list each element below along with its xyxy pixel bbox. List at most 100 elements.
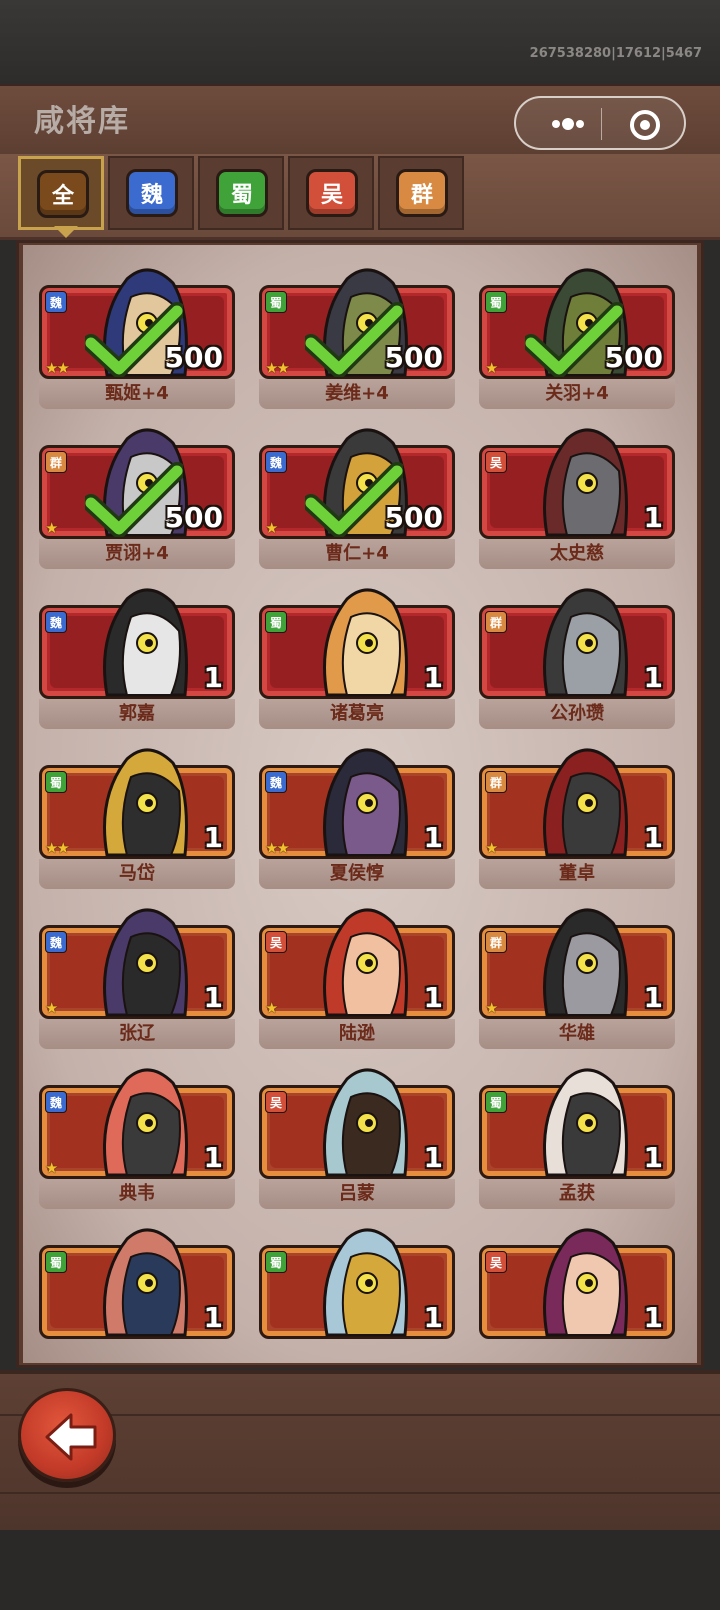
tab-label: 吴	[306, 169, 358, 217]
hero-card[interactable]: 魏 ★ 500 曹仁+4	[259, 417, 455, 569]
faction-badge: 群	[485, 771, 507, 793]
star-rating: ★	[265, 519, 279, 537]
hero-portrait-icon	[103, 908, 188, 1017]
faction-badge: 蜀	[265, 611, 287, 633]
hero-count: 1	[203, 661, 223, 694]
star-rating: ★★	[265, 839, 290, 857]
hero-count: 1	[423, 661, 443, 694]
target-circle-icon[interactable]	[628, 108, 662, 142]
hero-name: 陆逊	[339, 1023, 375, 1044]
faction-badge: 吴	[485, 1251, 507, 1273]
hero-name: 姜维+4	[325, 383, 389, 404]
hero-card[interactable]: 吴1	[479, 1217, 675, 1363]
hero-card[interactable]: 魏 ★★ 1 夏侯惇	[259, 737, 455, 889]
hero-card[interactable]: 魏 ★ 1 张辽	[39, 897, 235, 1049]
hero-name: 董卓	[559, 863, 595, 884]
hero-card[interactable]: 吴 ★ 1 陆逊	[259, 897, 455, 1049]
hero-card[interactable]: 蜀 ★★ 1 马岱	[39, 737, 235, 889]
faction-badge: 群	[45, 451, 67, 473]
hero-name: 甄姬+4	[105, 383, 169, 404]
hero-count: 1	[203, 981, 223, 1014]
star-rating: ★	[485, 359, 499, 377]
tab-label: 群	[396, 169, 448, 217]
hero-card[interactable]: 蜀 ★★ 500 姜维+4	[259, 257, 455, 409]
hero-card[interactable]: 蜀 1 诸葛亮	[259, 577, 455, 729]
hero-card[interactable]: 群 ★ 1 董卓	[479, 737, 675, 889]
faction-badge: 魏	[265, 771, 287, 793]
hero-name: 华雄	[559, 1023, 595, 1044]
star-rating: ★	[45, 1159, 59, 1177]
hero-name: 马岱	[119, 863, 155, 884]
hero-card[interactable]: 群 1 公孙瓒	[479, 577, 675, 729]
hero-count: 1	[423, 821, 443, 854]
tab-label: 全	[37, 170, 89, 218]
faction-badge: 魏	[265, 451, 287, 473]
hero-portrait-icon	[543, 908, 628, 1017]
hero-name: 太史慈	[550, 543, 604, 564]
star-rating: ★	[45, 999, 59, 1017]
hero-portrait-icon	[543, 748, 628, 857]
hero-board: 魏 ★★ 500 甄姬+4 蜀 ★★ 500 姜维+4 蜀 ★ 500 关羽+4 群 ★ 500 贾诩+4 魏 ★…	[16, 240, 704, 1368]
hero-name: 孟获	[559, 1183, 595, 1204]
hero-portrait-icon	[103, 748, 188, 857]
faction-badge: 蜀	[45, 771, 67, 793]
back-arrow-icon	[45, 1413, 97, 1461]
faction-badge: 蜀	[265, 291, 287, 313]
bottom-area	[0, 1530, 720, 1610]
hero-card[interactable]: 吴 1 太史慈	[479, 417, 675, 569]
mini-program-capsule	[514, 96, 686, 150]
hero-portrait-icon	[323, 908, 408, 1017]
hero-count: 1	[423, 981, 443, 1014]
hero-count: 500	[164, 501, 223, 534]
header-bar: 咸将库	[0, 84, 720, 154]
hero-card[interactable]: 蜀1	[259, 1217, 455, 1363]
tab-all[interactable]: 全	[18, 156, 104, 230]
hero-card[interactable]: 群 ★ 1 华雄	[479, 897, 675, 1049]
hero-portrait-icon	[323, 588, 408, 697]
faction-badge: 蜀	[45, 1251, 67, 1273]
tab-label: 魏	[126, 169, 178, 217]
star-rating: ★	[485, 839, 499, 857]
hero-card[interactable]: 魏 ★★ 500 甄姬+4	[39, 257, 235, 409]
hero-portrait-icon	[543, 1068, 628, 1177]
faction-badge: 魏	[45, 291, 67, 313]
hero-card[interactable]: 吴 1 吕蒙	[259, 1057, 455, 1209]
hero-grid: 魏 ★★ 500 甄姬+4 蜀 ★★ 500 姜维+4 蜀 ★ 500 关羽+4 群 ★ 500 贾诩+4 魏 ★…	[23, 245, 697, 1363]
tab-label: 蜀	[216, 169, 268, 217]
faction-badge: 群	[485, 931, 507, 953]
hero-portrait-icon	[543, 428, 628, 537]
hero-portrait-icon	[543, 588, 628, 697]
hero-card[interactable]: 魏 1 郭嘉	[39, 577, 235, 729]
tab-faction-1[interactable]: 魏	[108, 156, 194, 230]
faction-badge: 蜀	[265, 1251, 287, 1273]
hero-count: 1	[203, 1301, 223, 1334]
star-rating: ★★	[265, 359, 290, 377]
hero-card[interactable]: 蜀 1 孟获	[479, 1057, 675, 1209]
hero-name: 郭嘉	[119, 703, 155, 724]
hero-card[interactable]: 魏 ★ 1 典韦	[39, 1057, 235, 1209]
hero-card[interactable]: 群 ★ 500 贾诩+4	[39, 417, 235, 569]
hero-name: 贾诩+4	[105, 543, 169, 564]
faction-badge: 吴	[265, 1091, 287, 1113]
hero-count: 500	[164, 341, 223, 374]
hero-count: 1	[643, 1141, 663, 1174]
faction-badge: 群	[485, 611, 507, 633]
star-rating: ★	[485, 999, 499, 1017]
tab-faction-3[interactable]: 吴	[288, 156, 374, 230]
back-button[interactable]	[18, 1388, 116, 1482]
faction-badge: 蜀	[485, 291, 507, 313]
tab-faction-2[interactable]: 蜀	[198, 156, 284, 230]
hero-count: 1	[643, 821, 663, 854]
plank-seam	[0, 1492, 720, 1494]
hero-card[interactable]: 蜀 ★ 500 关羽+4	[479, 257, 675, 409]
tab-faction-4[interactable]: 群	[378, 156, 464, 230]
page-title: 咸将库	[34, 104, 130, 139]
star-rating: ★★	[45, 839, 70, 857]
star-rating: ★★	[45, 359, 70, 377]
hero-portrait-icon	[103, 1228, 188, 1337]
hero-card[interactable]: 蜀1	[39, 1217, 235, 1363]
faction-badge: 蜀	[485, 1091, 507, 1113]
hero-portrait-icon	[543, 1228, 628, 1337]
more-dots-icon[interactable]	[538, 110, 598, 138]
hero-portrait-icon	[103, 588, 188, 697]
